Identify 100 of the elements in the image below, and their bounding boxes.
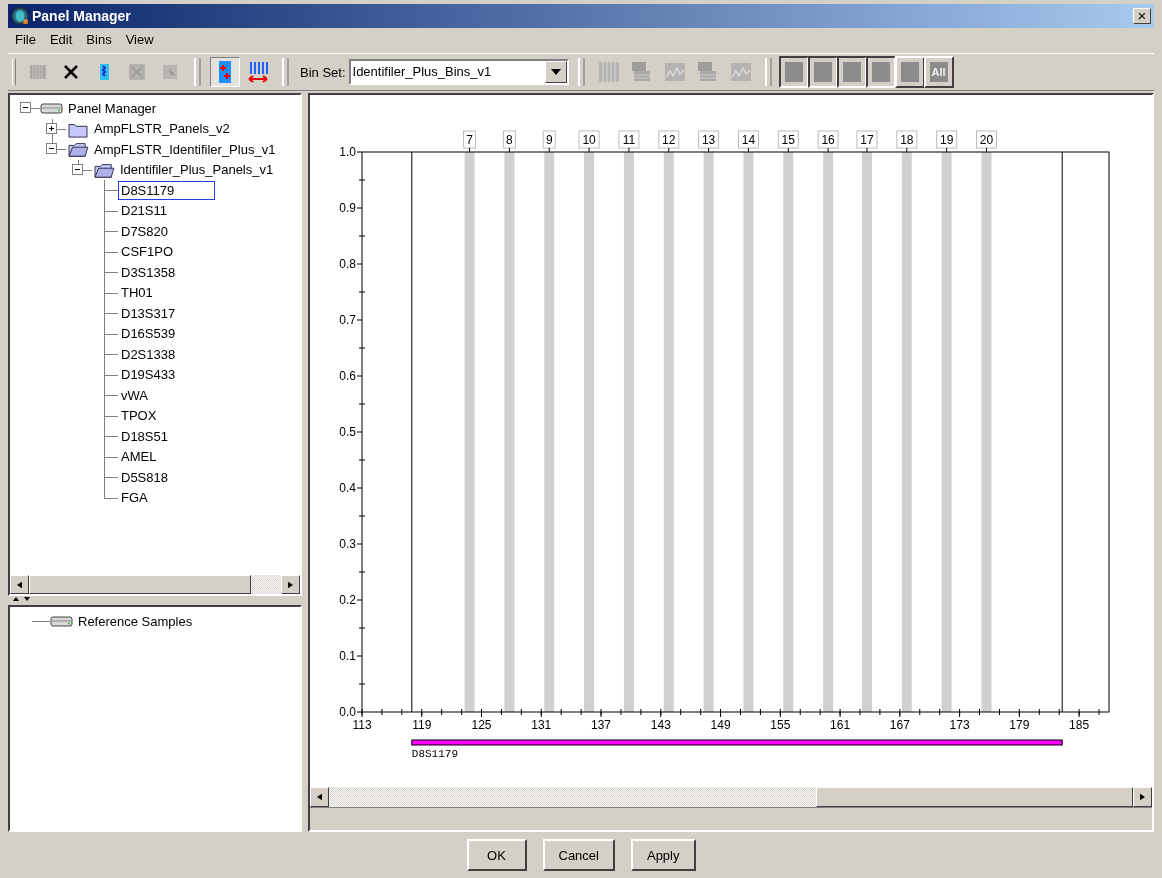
toolbar-grip[interactable]: [12, 59, 16, 85]
bin-label: 9: [542, 130, 556, 153]
menu-item[interactable]: Edit: [42, 31, 80, 47]
x-tick-label: 125: [471, 718, 492, 732]
bin-bar[interactable]: [981, 152, 992, 712]
tree-item[interactable]: D5S818: [118, 467, 171, 487]
bin-bar[interactable]: [623, 152, 634, 712]
dye-button[interactable]: [836, 56, 867, 88]
y-tick-label: 0.4: [339, 481, 356, 495]
tree-item[interactable]: D13S317: [118, 303, 179, 323]
y-tick-label: 0.3: [339, 537, 356, 551]
open-folder-icon: [66, 140, 90, 159]
tree-item[interactable]: TH01: [118, 283, 156, 303]
menu-item[interactable]: File: [8, 31, 43, 47]
grid-icon: [596, 60, 621, 84]
bin-bar[interactable]: [783, 152, 794, 712]
toolbar-separator: [577, 58, 585, 86]
toolbar-separator: [282, 58, 289, 86]
bin-bar[interactable]: [504, 152, 515, 712]
tree-item[interactable]: D8S1179: [118, 180, 216, 200]
bin-label: 20: [976, 130, 997, 153]
tree-item[interactable]: Panel Manager: [65, 98, 160, 118]
x-tick-label: 119: [412, 718, 432, 732]
y-tick-label: 1.0: [339, 145, 356, 159]
y-tick-label: 0.7: [339, 313, 356, 327]
tree-item[interactable]: CSF1PO: [118, 242, 176, 262]
bin-bar[interactable]: [584, 152, 595, 712]
dialog-button[interactable]: OK: [466, 839, 527, 871]
bin-label: 13: [698, 130, 720, 153]
x-tick-label: 173: [949, 718, 970, 732]
expander[interactable]: [46, 122, 57, 134]
dropdown-arrow-icon: [550, 69, 561, 75]
toolbar-separator: [194, 58, 201, 86]
dye-button[interactable]: [807, 56, 838, 88]
bin-label: 10: [578, 130, 600, 153]
grid-icon: [28, 62, 48, 82]
bin-set-dropdown[interactable]: Identifiler_Plus_Bins_v1: [348, 59, 569, 85]
tree-item[interactable]: D2S1338: [118, 344, 179, 364]
tree-item[interactable]: D3S1358: [118, 262, 179, 282]
bin-bar[interactable]: [861, 152, 872, 712]
tree-item[interactable]: D19S433: [118, 365, 179, 385]
bin-bar[interactable]: [743, 152, 754, 712]
tree-item[interactable]: D18S51: [118, 426, 171, 446]
tree-item[interactable]: AmpFLSTR_Identifiler_Plus_v1: [91, 139, 279, 159]
x-tick-label: 131: [531, 718, 552, 732]
y-tick-label: 0.9: [339, 201, 356, 215]
tree-item[interactable]: vWA: [118, 385, 151, 405]
toolbar-separator: [764, 58, 772, 86]
expander[interactable]: [72, 163, 83, 175]
y-tick-label: 0.2: [339, 593, 356, 607]
bin-bar[interactable]: [544, 152, 555, 712]
bin-label: 19: [936, 130, 958, 153]
dye-button[interactable]: [865, 56, 896, 88]
marker-name: D8S1179: [411, 748, 458, 760]
bin-bar[interactable]: [703, 152, 714, 712]
tree-item[interactable]: TPOX: [118, 406, 160, 426]
tree-item[interactable]: AMEL: [118, 447, 160, 467]
bin-label: 16: [817, 130, 839, 153]
dye-button[interactable]: [778, 56, 809, 88]
tree-item[interactable]: FGA: [118, 488, 151, 508]
x-tick-label: 179: [1009, 718, 1030, 732]
scroll-thumb[interactable]: [29, 575, 251, 594]
bin-label: 14: [737, 130, 759, 153]
dialog-button[interactable]: Apply: [630, 839, 696, 871]
bin-label: 17: [856, 130, 878, 153]
horizontal-scrollbar[interactable]: [10, 575, 300, 594]
menu-item[interactable]: View: [118, 31, 161, 47]
menu-item[interactable]: Bins: [79, 31, 119, 47]
bin-bar[interactable]: [464, 152, 475, 712]
x-tick-label: 161: [830, 718, 851, 732]
x-tick-label: 143: [650, 718, 671, 732]
x-tick-label: 149: [710, 718, 731, 732]
tree-item[interactable]: D16S539: [118, 324, 179, 344]
plus-icon: [47, 123, 56, 133]
scroll-right-icon: [1140, 793, 1145, 801]
bin-set-label: Bin Set:: [300, 64, 346, 80]
bin-bar[interactable]: [941, 152, 952, 712]
y-tick-label: 0.6: [339, 369, 356, 383]
bin-bar[interactable]: [663, 152, 674, 712]
scroll-thumb[interactable]: [816, 787, 1133, 807]
tree-item[interactable]: Identifiler_Plus_Panels_v1: [117, 160, 277, 180]
expander[interactable]: [20, 102, 31, 113]
tree-item[interactable]: Reference Samples: [75, 611, 196, 631]
expander[interactable]: [46, 143, 57, 154]
bin-bar[interactable]: [901, 152, 912, 712]
close-button[interactable]: ×: [1133, 8, 1151, 24]
bin-label: 15: [777, 130, 799, 153]
tree-item[interactable]: D21S11: [118, 201, 170, 221]
crossed-box-icon: [127, 62, 147, 82]
y-tick-label: 0.8: [339, 257, 356, 271]
horizontal-scrollbar[interactable]: [310, 787, 1152, 807]
scroll-left-icon: [317, 793, 322, 801]
tree-item[interactable]: D7S820: [118, 221, 171, 241]
tree-item[interactable]: AmpFLSTR_Panels_v2: [91, 119, 233, 139]
addbin-tool-button[interactable]: [210, 57, 240, 87]
scroll-right-icon: [288, 580, 293, 589]
wave-icon: [728, 60, 753, 84]
bin-bar[interactable]: [823, 152, 834, 712]
y-tick-label: 0.0: [339, 705, 356, 719]
dialog-button[interactable]: Cancel: [542, 839, 615, 871]
